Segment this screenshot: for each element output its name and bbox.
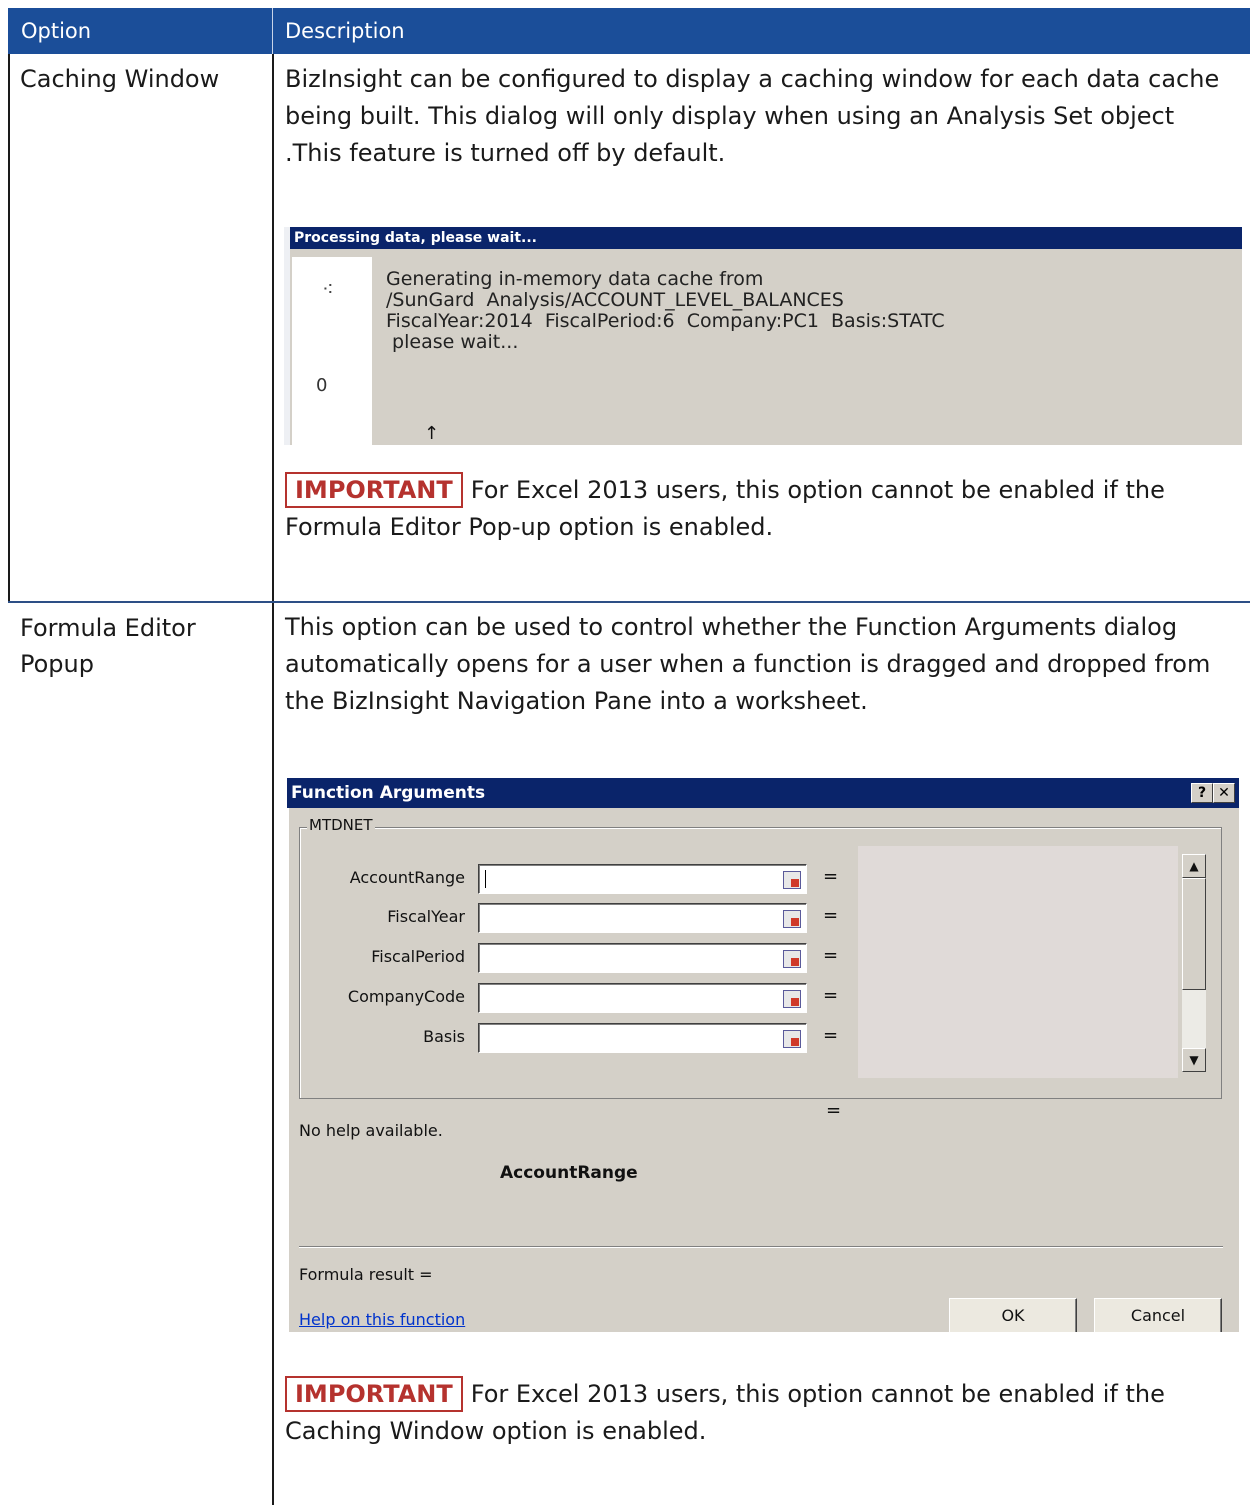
caching-window-description: BizInsight can be configured to display … bbox=[285, 65, 1220, 167]
table-header: Option Description bbox=[8, 8, 1250, 54]
formula-editor-important-note: IMPORTANT For Excel 2013 users, this opti… bbox=[285, 1376, 1235, 1450]
option-formula-editor-popup: Formula Editor Popup bbox=[20, 610, 196, 682]
formula-editor-description: This option can be used to control wheth… bbox=[285, 613, 1211, 715]
progress-panel: ⁖ 0 bbox=[292, 257, 372, 445]
equals-sign: = bbox=[823, 905, 839, 926]
range-select-icon[interactable] bbox=[783, 871, 801, 889]
fiscal-period-input[interactable] bbox=[478, 943, 807, 973]
range-select-icon[interactable] bbox=[783, 950, 801, 968]
argument-row-fiscal-period: FiscalPeriod = bbox=[287, 943, 847, 973]
range-select-icon[interactable] bbox=[783, 910, 801, 928]
scroll-up-icon[interactable]: ▲ bbox=[1182, 854, 1206, 878]
equals-sign: = bbox=[823, 1025, 839, 1046]
equals-sign: = bbox=[823, 945, 839, 966]
argument-row-basis: Basis = bbox=[287, 1023, 847, 1053]
help-icon[interactable]: ? bbox=[1191, 783, 1213, 803]
processing-message: Generating in-memory data cache from /Su… bbox=[386, 269, 945, 353]
argument-row-fiscal-year: FiscalYear = bbox=[287, 903, 847, 933]
equals-sign: = bbox=[823, 866, 839, 887]
no-help-text: No help available. bbox=[299, 1121, 443, 1140]
progress-counter: 0 bbox=[316, 375, 328, 396]
close-icon[interactable]: ✕ bbox=[1213, 783, 1235, 803]
row-divider bbox=[8, 601, 1250, 603]
argument-label: AccountRange bbox=[349, 868, 465, 887]
processing-dialog-screenshot: Processing data, please wait... ⁖ 0 Gene… bbox=[284, 227, 1242, 445]
scroll-down-icon[interactable]: ▼ bbox=[1182, 1048, 1206, 1072]
mouse-cursor-icon: ↑ bbox=[424, 423, 440, 444]
scroll-thumb[interactable] bbox=[1182, 878, 1206, 990]
dialog-left-edge bbox=[284, 227, 290, 445]
argument-row-account-range: AccountRange = bbox=[287, 864, 847, 894]
account-range-input[interactable] bbox=[478, 864, 807, 894]
message-line-3: FiscalYear:2014 FiscalPeriod:6 Company:P… bbox=[386, 310, 945, 332]
option-line-2: Popup bbox=[20, 650, 94, 678]
message-line-1: Generating in-memory data cache from bbox=[386, 268, 764, 290]
argument-values-panel bbox=[858, 846, 1178, 1078]
range-select-icon[interactable] bbox=[783, 1030, 801, 1048]
argument-label: Basis bbox=[423, 1027, 465, 1046]
important-badge: IMPORTANT bbox=[285, 472, 463, 508]
spinner-icon: ⁖ bbox=[322, 277, 334, 301]
dialog-separator bbox=[299, 1246, 1223, 1247]
header-description: Description bbox=[285, 19, 405, 43]
argument-row-company-code: CompanyCode = bbox=[287, 983, 847, 1013]
basis-input[interactable] bbox=[478, 1023, 807, 1053]
text-caret bbox=[485, 870, 486, 888]
argument-label: FiscalPeriod bbox=[371, 947, 465, 966]
column-divider bbox=[272, 54, 274, 1505]
function-equals-sign: = bbox=[826, 1100, 842, 1121]
cancel-button[interactable]: Cancel bbox=[1094, 1298, 1222, 1332]
range-select-icon[interactable] bbox=[783, 990, 801, 1008]
function-arguments-dialog-screenshot: Function Arguments ? ✕ MTDNET AccountRan… bbox=[287, 778, 1239, 1332]
caching-window-important-note: IMPORTANT For Excel 2013 users, this opti… bbox=[285, 472, 1235, 546]
arguments-scrollbar[interactable]: ▲ ▼ bbox=[1182, 854, 1206, 1072]
table-border-left bbox=[8, 54, 10, 601]
argument-label: CompanyCode bbox=[347, 987, 465, 1006]
company-code-input[interactable] bbox=[478, 983, 807, 1013]
current-argument-name: AccountRange bbox=[500, 1163, 638, 1183]
ok-button[interactable]: OK bbox=[949, 1298, 1077, 1332]
option-line-1: Formula Editor bbox=[20, 614, 196, 642]
formula-result-label: Formula result = bbox=[299, 1265, 433, 1284]
important-badge: IMPORTANT bbox=[285, 1376, 463, 1412]
fiscal-year-input[interactable] bbox=[478, 903, 807, 933]
message-line-2: /SunGard Analysis/ACCOUNT_LEVEL_BALANCES bbox=[386, 289, 844, 311]
equals-sign: = bbox=[823, 985, 839, 1006]
option-caching-window: Caching Window bbox=[20, 65, 220, 93]
header-divider bbox=[272, 8, 273, 54]
header-option: Option bbox=[21, 19, 92, 43]
argument-label: FiscalYear bbox=[387, 907, 465, 926]
help-on-function-link[interactable]: Help on this function bbox=[299, 1310, 465, 1329]
dialog-title-bar: Function Arguments ? ✕ bbox=[287, 778, 1239, 808]
processing-title-bar: Processing data, please wait... bbox=[290, 227, 1242, 249]
function-name: MTDNET bbox=[307, 816, 375, 834]
dialog-title: Function Arguments bbox=[291, 783, 486, 803]
message-line-4: please wait... bbox=[386, 331, 519, 353]
